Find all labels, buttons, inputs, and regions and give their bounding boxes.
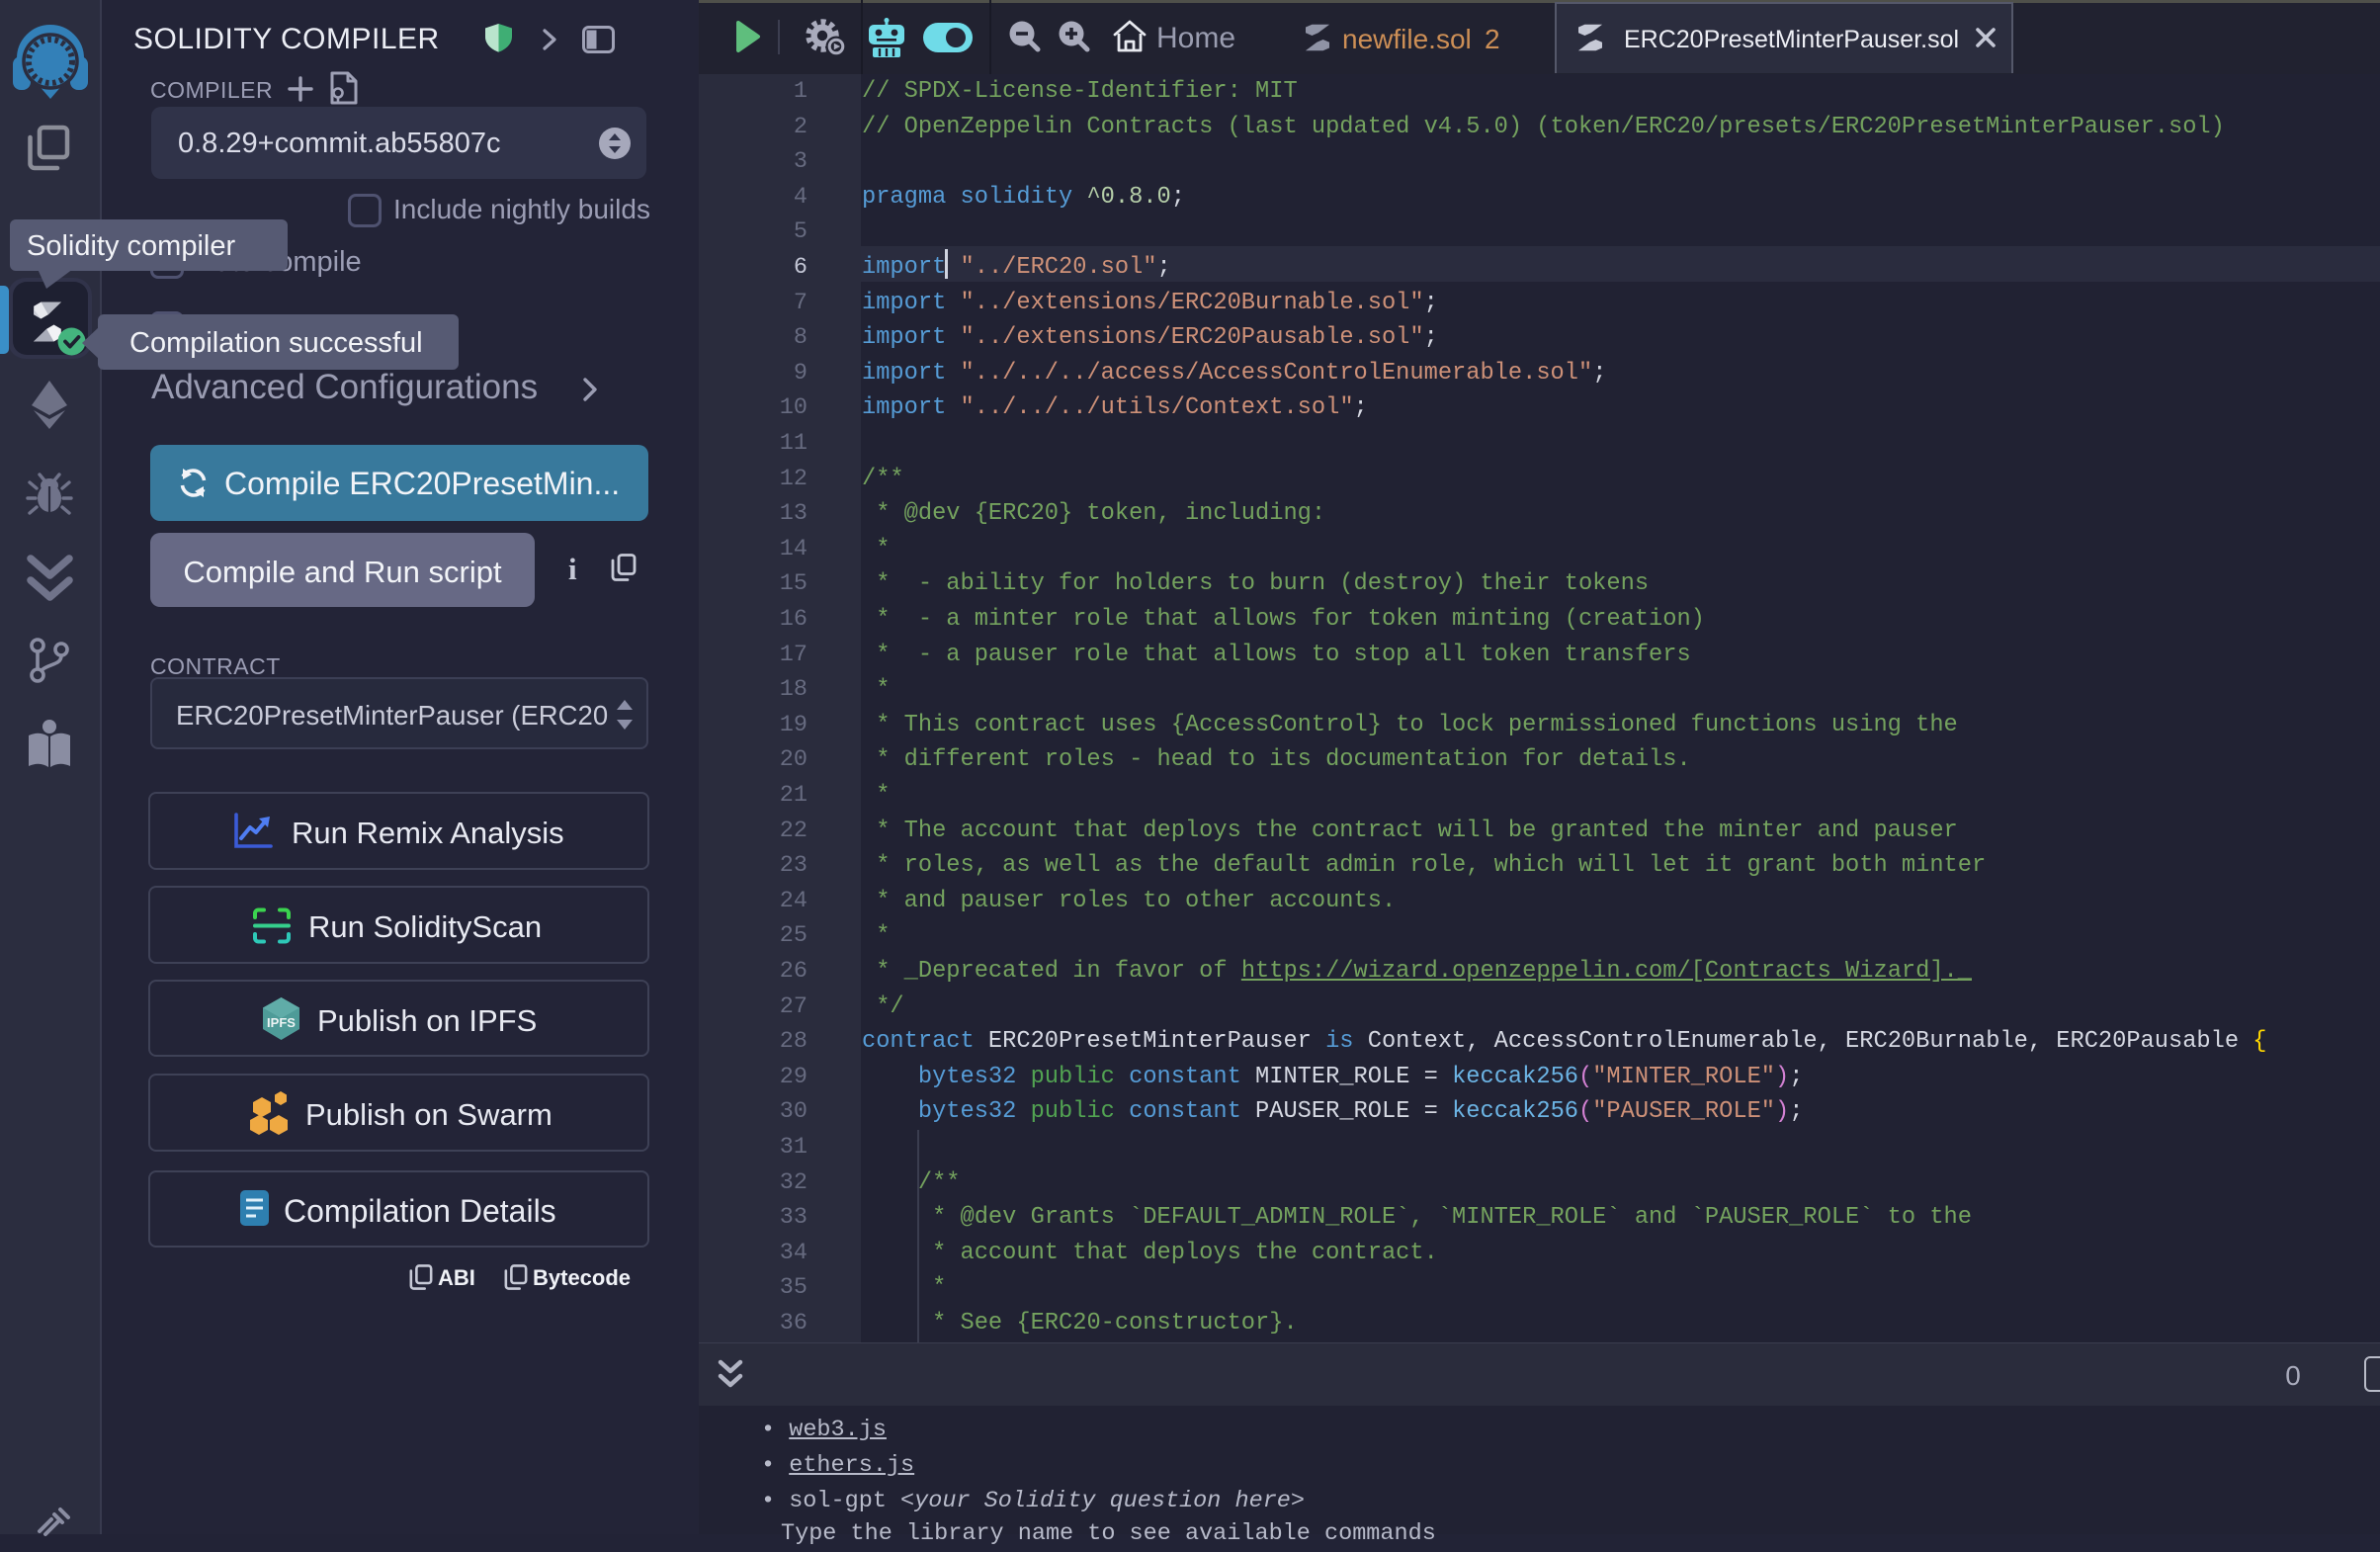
svg-text:IPFS: IPFS: [267, 1015, 296, 1030]
